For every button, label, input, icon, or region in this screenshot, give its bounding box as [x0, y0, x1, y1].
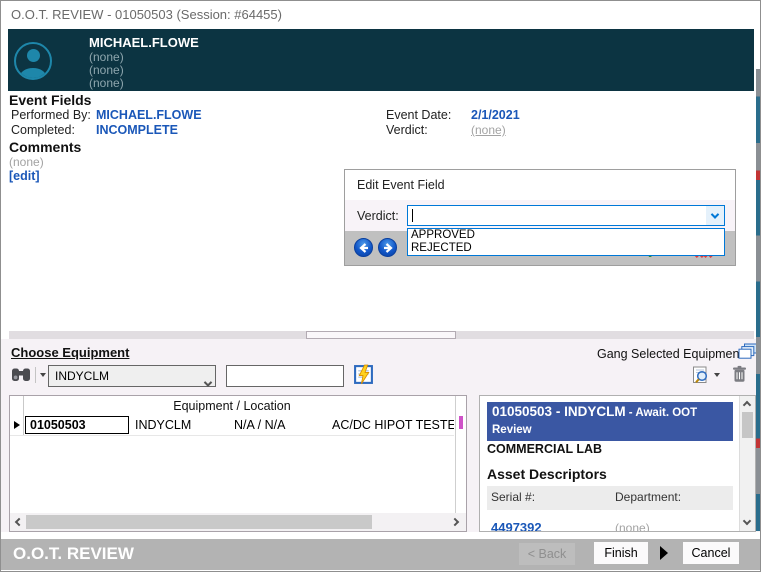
- forward-nav-button[interactable]: [378, 238, 397, 257]
- user-detail-line: (none): [89, 76, 124, 90]
- verdict-dropdown-list: APPROVED REJECTED: [407, 228, 725, 256]
- completed-value[interactable]: INCOMPLETE: [96, 123, 178, 137]
- table-horizontal-scrollbar[interactable]: [10, 513, 466, 531]
- row-selector-arrow-icon: [14, 421, 20, 429]
- equipment-id-cell[interactable]: 01050503: [25, 416, 129, 434]
- trash-icon: [732, 365, 747, 383]
- comments-value: (none): [9, 155, 44, 169]
- verdict-label: Verdict:: [386, 123, 428, 137]
- scroll-marker: [459, 416, 463, 429]
- equipment-table-header: Equipment / Location: [10, 396, 454, 415]
- equipment-search-input[interactable]: [226, 365, 344, 387]
- popup-verdict-label: Verdict:: [357, 209, 399, 223]
- edit-event-field-popup: Edit Event Field Verdict: ✔ ✖✖: [344, 169, 736, 266]
- popup-header: Edit Event Field: [345, 170, 735, 200]
- back-button[interactable]: < Back: [519, 543, 575, 565]
- scroll-left-arrow-icon[interactable]: [15, 518, 23, 526]
- text-caret: [412, 209, 413, 222]
- oot-review-window: O.O.T. REVIEW - 01050503 (Session: #6445…: [0, 0, 761, 572]
- event-date-label: Event Date:: [386, 108, 451, 122]
- stacked-windows-icon: [738, 343, 758, 361]
- asset-descriptors-heading: Asset Descriptors: [487, 466, 607, 482]
- scroll-up-arrow-icon[interactable]: [743, 401, 751, 409]
- divider: [1, 532, 761, 539]
- cancel-button[interactable]: Cancel: [683, 542, 739, 564]
- arrow-left-icon: [358, 242, 370, 254]
- equipment-model-cell[interactable]: INDYCLM: [135, 418, 191, 432]
- verdict-combobox[interactable]: [407, 205, 725, 226]
- scrollbar-thumb[interactable]: [306, 331, 456, 339]
- serial-value[interactable]: 4497392: [491, 520, 542, 532]
- gang-equipment-button[interactable]: [738, 343, 758, 361]
- find-options-caret-icon[interactable]: [40, 373, 46, 377]
- combobox-dropdown-button[interactable]: [706, 206, 724, 225]
- department-value: (none): [615, 521, 650, 532]
- user-name: MICHAEL.FLOWE: [89, 35, 199, 50]
- window-title: O.O.T. REVIEW - 01050503 (Session: #6445…: [11, 7, 282, 22]
- completed-label: Completed:: [11, 123, 75, 137]
- user-avatar-icon: [14, 42, 52, 80]
- table-vertical-scrollbar[interactable]: [455, 396, 466, 513]
- performed-by-value[interactable]: MICHAEL.FLOWE: [96, 108, 202, 122]
- separator: -: [626, 407, 636, 419]
- find-equipment-button[interactable]: [11, 366, 46, 383]
- focus-arrow-icon: [660, 546, 668, 560]
- equipment-filter-value: INDYCLM: [55, 369, 109, 383]
- horizontal-pane-scrollbar[interactable]: [9, 331, 754, 339]
- comments-edit-link[interactable]: [edit]: [9, 169, 40, 183]
- equipment-table: Equipment / Location 01050503 INDYCLM N/…: [9, 395, 467, 532]
- row-selector-column: [10, 396, 24, 435]
- user-detail-line: (none): [89, 50, 124, 64]
- equipment-filter-combobox[interactable]: INDYCLM: [48, 365, 216, 387]
- finish-button[interactable]: Finish: [594, 542, 648, 564]
- gang-selected-equipment-label: Gang Selected Equipment: [597, 347, 743, 361]
- scrollbar-thumb[interactable]: [26, 515, 372, 529]
- equipment-description-cell[interactable]: AC/DC HIPOT TESTE: [332, 418, 454, 432]
- lightning-form-icon: [353, 364, 374, 385]
- comments-heading: Comments: [9, 139, 81, 155]
- quick-add-button[interactable]: [353, 364, 374, 385]
- performed-by-label: Performed By:: [11, 108, 91, 122]
- popup-title: Edit Event Field: [357, 178, 445, 192]
- view-equipment-button[interactable]: [691, 366, 710, 384]
- wizard-title: O.O.T. REVIEW: [13, 544, 134, 564]
- detail-lab: COMMERCIAL LAB: [487, 442, 602, 456]
- user-detail-line: (none): [89, 63, 124, 77]
- wizard-status-bar: O.O.T. REVIEW < Back Finish Cancel: [1, 539, 761, 570]
- dropdown-option-approved[interactable]: APPROVED: [408, 229, 724, 242]
- choose-equipment-heading: Choose Equipment: [11, 345, 129, 360]
- event-fields-heading: Event Fields: [9, 92, 91, 108]
- row-divider: [10, 435, 454, 436]
- detail-id: 01050503: [492, 404, 552, 419]
- scroll-right-arrow-icon[interactable]: [451, 518, 459, 526]
- dropdown-option-rejected[interactable]: REJECTED: [408, 242, 724, 255]
- detail-header: 01050503 - INDYCLM - Await. OOT Review: [487, 402, 733, 441]
- event-date-value[interactable]: 2/1/2021: [471, 108, 520, 122]
- arrow-right-icon: [382, 242, 394, 254]
- magnifier-document-icon: [691, 366, 710, 384]
- user-banner: MICHAEL.FLOWE (none) (none) (none): [8, 29, 754, 91]
- choose-equipment-section: Choose Equipment Gang Selected Equipment…: [1, 339, 761, 532]
- equipment-location-cell[interactable]: N/A / N/A: [234, 418, 285, 432]
- chevron-down-icon: [204, 378, 212, 386]
- back-nav-button[interactable]: [354, 238, 373, 257]
- detail-vertical-scrollbar[interactable]: [739, 396, 755, 531]
- delete-equipment-button[interactable]: [732, 365, 747, 383]
- scroll-down-arrow-icon[interactable]: [743, 517, 751, 525]
- binoculars-icon: [11, 366, 31, 383]
- serial-label: Serial #:: [491, 490, 535, 504]
- edge-marker-strip: [756, 69, 760, 531]
- chevron-down-icon: [711, 210, 719, 218]
- window-titlebar: O.O.T. REVIEW - 01050503 (Session: #6445…: [1, 1, 760, 29]
- divider: [35, 367, 36, 383]
- verdict-value-link[interactable]: (none): [471, 123, 506, 137]
- separator: -: [552, 404, 564, 419]
- descriptor-labels-row: Serial #: Department:: [487, 486, 733, 510]
- scrollbar-thumb[interactable]: [742, 412, 753, 438]
- combobox-dropdown-button[interactable]: [205, 373, 211, 393]
- department-label: Department:: [615, 490, 681, 504]
- view-options-caret-icon[interactable]: [714, 373, 720, 377]
- equipment-detail-panel: 01050503 - INDYCLM - Await. OOT Review C…: [479, 395, 756, 532]
- detail-model: INDYCLM: [564, 404, 626, 419]
